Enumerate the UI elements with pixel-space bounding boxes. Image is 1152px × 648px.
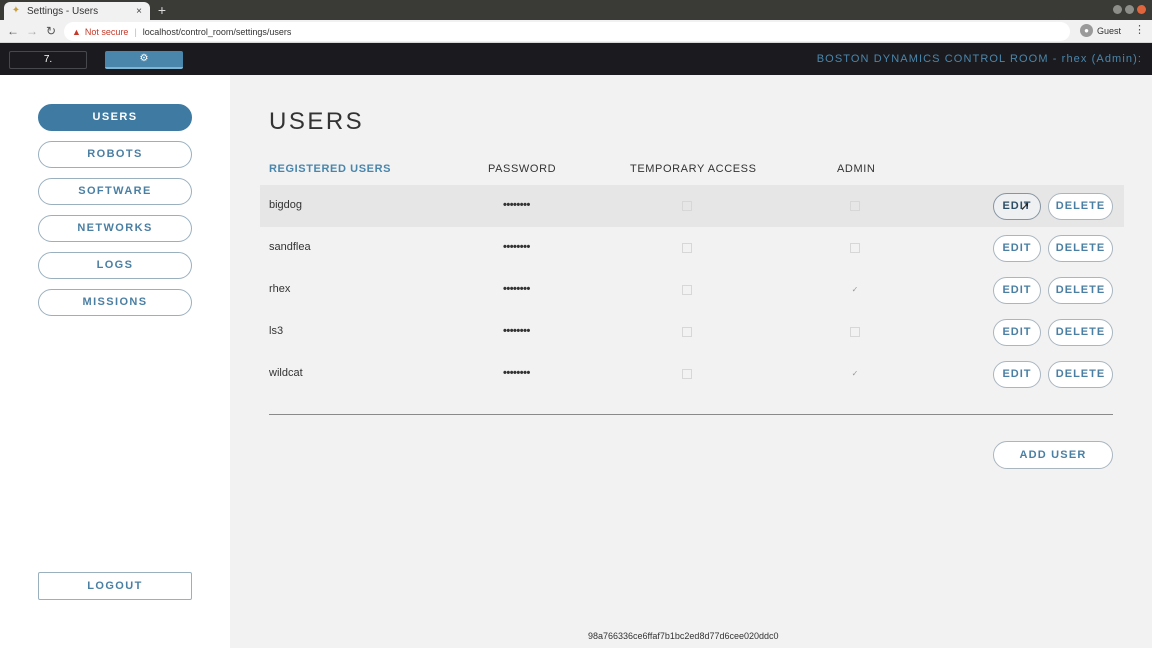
delete-button[interactable]: DELETE: [1048, 193, 1113, 220]
username-cell: wildcat: [269, 367, 303, 379]
favicon-icon: ✦: [11, 5, 21, 16]
edit-button[interactable]: EDIT: [993, 361, 1041, 388]
not-secure-label: Not secure: [84, 26, 129, 37]
password-cell: ••••••••: [503, 367, 530, 379]
build-hash: 98a766336ce6ffaf7b1bc2ed8d77d6cee020ddc0: [588, 631, 779, 641]
minimize-icon[interactable]: [1113, 5, 1122, 14]
username-cell: rhex: [269, 283, 291, 295]
delete-button[interactable]: DELETE: [1048, 319, 1113, 346]
table-row: rhex •••••••• ✓ EDIT DELETE: [260, 269, 1124, 311]
table-row: ls3 •••••••• EDIT DELETE: [260, 311, 1124, 353]
profile-button[interactable]: ● Guest: [1080, 24, 1121, 37]
admin-checkbox[interactable]: ✓: [850, 369, 860, 379]
app-title: BOSTON DYNAMICS CONTROL ROOM - rhex (Adm…: [816, 53, 1142, 65]
table-row: bigdog •••••••• EDIT DELETE ➚: [260, 185, 1124, 227]
sidebar-item-logs[interactable]: LOGS: [38, 252, 192, 279]
password-cell: ••••••••: [503, 325, 530, 337]
temporary-access-checkbox[interactable]: [682, 243, 692, 253]
edit-button[interactable]: EDIT: [993, 193, 1041, 220]
browser-tabstrip: ✦ Settings - Users × +: [0, 0, 1152, 20]
delete-button[interactable]: DELETE: [1048, 235, 1113, 262]
admin-checkbox[interactable]: ✓: [850, 285, 860, 295]
username-cell: sandflea: [269, 241, 311, 253]
window-controls: [1113, 5, 1146, 14]
settings-button[interactable]: ⚙: [105, 51, 183, 69]
temporary-access-checkbox[interactable]: [682, 327, 692, 337]
page-title: USERS: [269, 108, 365, 135]
back-button[interactable]: ←: [5, 23, 21, 39]
logo-icon: 7.: [43, 54, 53, 65]
password-cell: ••••••••: [503, 199, 530, 211]
tab-close-icon[interactable]: ×: [132, 6, 146, 17]
username-cell: bigdog: [269, 199, 303, 211]
user-avatar-icon: ●: [1080, 24, 1093, 37]
column-header-password: PASSWORD: [488, 163, 557, 175]
table-row: sandflea •••••••• EDIT DELETE: [260, 227, 1124, 269]
column-header-admin: ADMIN: [837, 163, 876, 175]
sidebar-item-missions[interactable]: MISSIONS: [38, 289, 192, 316]
settings-sidebar: USERS ROBOTS SOFTWARE NETWORKS LOGS MISS…: [0, 75, 230, 648]
column-header-registered-users: REGISTERED USERS: [269, 163, 392, 175]
sidebar-item-robots[interactable]: ROBOTS: [38, 141, 192, 168]
gear-icon: ⚙: [139, 53, 149, 64]
browser-toolbar: ← → ↻ ▲ Not secure | localhost/control_r…: [0, 20, 1152, 43]
username-cell: ls3: [269, 325, 284, 337]
edit-button[interactable]: EDIT: [993, 319, 1041, 346]
password-cell: ••••••••: [503, 283, 530, 295]
home-button[interactable]: 7.: [9, 51, 87, 69]
browser-tab[interactable]: ✦ Settings - Users ×: [4, 2, 150, 20]
add-user-button[interactable]: ADD USER: [993, 441, 1113, 469]
window-close-icon[interactable]: [1137, 5, 1146, 14]
address-separator: |: [134, 26, 137, 37]
main-content: USERS REGISTERED USERS PASSWORD TEMPORAR…: [230, 75, 1152, 648]
temporary-access-checkbox[interactable]: [682, 285, 692, 295]
temporary-access-checkbox[interactable]: [682, 369, 692, 379]
admin-checkbox[interactable]: [850, 327, 860, 337]
url-text: localhost/control_room/settings/users: [142, 26, 292, 37]
edit-button[interactable]: EDIT: [993, 277, 1041, 304]
table-divider: [269, 414, 1113, 415]
maximize-icon[interactable]: [1125, 5, 1134, 14]
forward-button[interactable]: →: [24, 23, 40, 39]
tab-title: Settings - Users: [27, 5, 99, 17]
delete-button[interactable]: DELETE: [1048, 361, 1113, 388]
sidebar-item-networks[interactable]: NETWORKS: [38, 215, 192, 242]
warning-icon: ▲: [72, 26, 81, 37]
sidebar-item-users[interactable]: USERS: [38, 104, 192, 131]
table-row: wildcat •••••••• ✓ EDIT DELETE: [260, 353, 1124, 395]
address-bar[interactable]: ▲ Not secure | localhost/control_room/se…: [64, 22, 1070, 41]
password-cell: ••••••••: [503, 241, 530, 253]
new-tab-button[interactable]: +: [154, 2, 170, 18]
profile-label: Guest: [1097, 25, 1122, 36]
app-header: 7. ⚙ BOSTON DYNAMICS CONTROL ROOM - rhex…: [0, 43, 1152, 75]
sidebar-item-software[interactable]: SOFTWARE: [38, 178, 192, 205]
column-header-temporary-access: TEMPORARY ACCESS: [630, 163, 757, 175]
temporary-access-checkbox[interactable]: [682, 201, 692, 211]
admin-checkbox[interactable]: [850, 243, 860, 253]
edit-button[interactable]: EDIT: [993, 235, 1041, 262]
delete-button[interactable]: DELETE: [1048, 277, 1113, 304]
browser-menu-icon[interactable]: ⋮: [1134, 23, 1145, 36]
admin-checkbox[interactable]: [850, 201, 860, 211]
reload-button[interactable]: ↻: [43, 23, 59, 39]
logout-button[interactable]: LOGOUT: [38, 572, 192, 600]
